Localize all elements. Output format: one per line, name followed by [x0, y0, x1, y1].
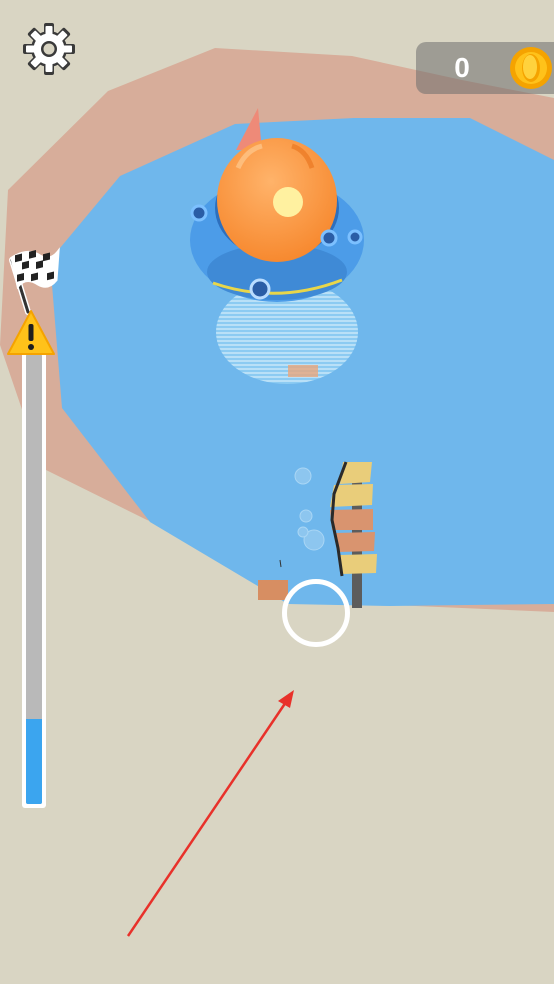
warning-icon — [7, 310, 55, 355]
gear-icon — [23, 23, 75, 75]
game-scene[interactable] — [0, 0, 554, 984]
settings-button[interactable] — [22, 22, 76, 76]
target-ring[interactable] — [282, 579, 350, 647]
wooden-crate — [258, 580, 288, 600]
coin-counter: 0 — [416, 42, 554, 94]
progress-fill — [26, 718, 42, 804]
progress-track — [22, 350, 46, 808]
checkered-flag-icon — [9, 247, 60, 315]
coin-count: 0 — [454, 52, 470, 83]
level-progress — [4, 246, 60, 810]
coin-icon — [510, 47, 552, 89]
